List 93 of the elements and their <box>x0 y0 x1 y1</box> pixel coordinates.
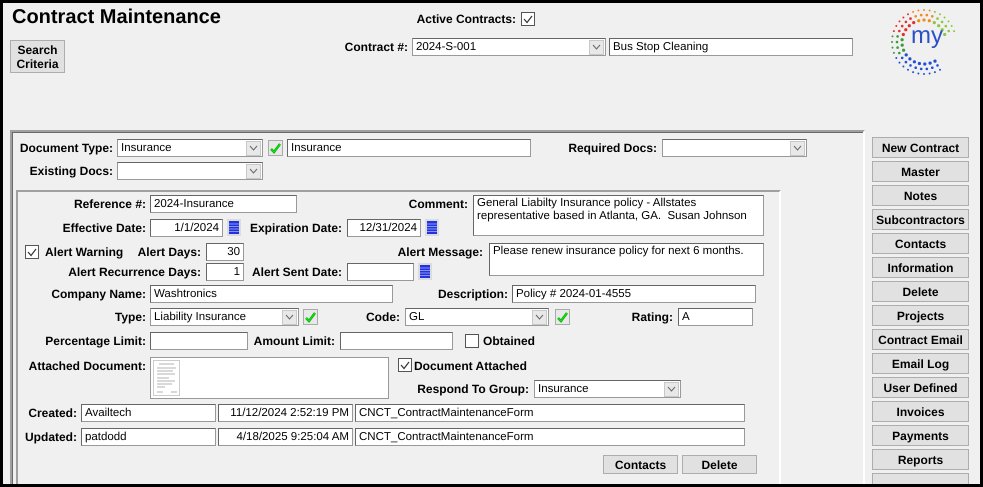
chevron-down-icon[interactable] <box>246 140 261 156</box>
field-label: Existing Docs: <box>30 163 113 180</box>
side-button[interactable]: Subcontractors <box>872 209 969 230</box>
field-label: Expiration Date: <box>250 220 342 237</box>
chevron-down-icon[interactable] <box>282 310 297 324</box>
side-button[interactable]: Email Log <box>872 353 969 374</box>
field-label: Alert Days: <box>138 244 201 261</box>
document-thumbnail-icon <box>153 360 180 396</box>
side-button[interactable]: Projects <box>872 305 969 326</box>
side-button[interactable]: Delete <box>872 281 969 302</box>
side-button[interactable]: Invoices <box>872 401 969 422</box>
field-label: Code: <box>366 309 400 326</box>
side-button[interactable]: New Contract <box>872 137 969 158</box>
text-field[interactable]: Insurance <box>287 139 531 157</box>
field-label: Amount Limit: <box>254 333 335 350</box>
text-field[interactable]: patdodd <box>81 428 216 446</box>
dropdown[interactable]: GL <box>405 308 549 326</box>
field-label: Effective Date: <box>62 220 146 237</box>
checkbox-label: Alert Warning <box>45 244 124 261</box>
dropdown[interactable] <box>662 139 807 157</box>
field-label: Created: <box>28 405 77 422</box>
text-field[interactable] <box>340 332 453 350</box>
text-field[interactable]: A <box>678 308 753 326</box>
text-area[interactable]: Please renew insurance policy for next 6 months. <box>489 243 764 276</box>
form-button[interactable]: Contacts <box>603 455 678 474</box>
side-button[interactable]: Reports <box>872 449 969 470</box>
window-title: Contract Maintenance <box>12 6 221 29</box>
text-field[interactable]: 12/31/2024 <box>347 219 421 237</box>
field-label: Required Docs: <box>568 140 657 157</box>
side-button[interactable]: Notes <box>872 185 969 206</box>
calendar-icon[interactable] <box>425 219 439 236</box>
text-field[interactable]: Policy # 2024-01-4555 <box>512 285 756 303</box>
field-label: Company Name: <box>51 286 146 303</box>
text-field[interactable]: CNCT_ContractMaintenanceForm <box>355 404 745 422</box>
checkbox-label: Obtained <box>483 333 536 350</box>
side-button[interactable]: User Defined <box>872 377 969 398</box>
dropdown[interactable]: Insurance <box>534 380 681 398</box>
chevron-down-icon[interactable] <box>532 310 547 324</box>
side-button[interactable]: Master <box>872 161 969 182</box>
chevron-down-icon[interactable] <box>664 382 679 396</box>
field-label: Document Type: <box>20 140 113 157</box>
checkbox[interactable] <box>465 334 479 348</box>
dropdown[interactable] <box>117 162 263 180</box>
chevron-down-icon[interactable] <box>246 164 261 178</box>
text-field[interactable]: 11/12/2024 2:52:19 PM <box>218 404 353 422</box>
checkbox-label: Document Attached <box>414 358 527 375</box>
side-button[interactable]: Contract Email <box>872 329 969 350</box>
field-label: Reference #: <box>74 196 146 213</box>
checkbox[interactable] <box>398 358 412 372</box>
checkbox[interactable] <box>25 245 39 259</box>
field-label: Alert Sent Date: <box>252 264 342 281</box>
text-field[interactable]: Availtech <box>81 404 216 422</box>
text-field[interactable]: CNCT_ContractMaintenanceForm <box>355 428 745 446</box>
text-area[interactable]: General Liabilty Insurance policy - Allstates representative based in Atlanta, GA. Susan Johnson <box>473 195 764 236</box>
field-label: Attached Document: <box>28 358 146 375</box>
text-field[interactable]: Bus Stop Cleaning <box>609 38 853 56</box>
field-label: Alert Recurrence Days: <box>68 264 201 281</box>
text-field[interactable] <box>150 332 248 350</box>
calendar-icon[interactable] <box>227 219 241 236</box>
text-field[interactable]: 4/18/2025 9:25:04 AM <box>218 428 353 446</box>
field-label: Description: <box>438 286 508 303</box>
text-field[interactable]: Washtronics <box>150 285 393 303</box>
side-button[interactable]: Information <box>872 257 969 278</box>
field-label: Alert Message: <box>398 244 483 261</box>
checkmark-icon <box>555 309 570 325</box>
field-label: Percentage Limit: <box>45 333 146 350</box>
dropdown[interactable]: Insurance <box>117 139 263 157</box>
search-criteria-button[interactable]: Search Criteria <box>10 40 65 73</box>
field-label: Updated: <box>25 429 77 446</box>
dropdown[interactable]: Liability Insurance <box>150 308 299 326</box>
text-field[interactable] <box>347 263 414 281</box>
field-label: Rating: <box>632 309 673 326</box>
chevron-down-icon[interactable] <box>790 140 805 156</box>
chevron-down-icon[interactable] <box>589 40 604 54</box>
field-label: Respond To Group: <box>417 381 529 398</box>
text-field[interactable]: 1 <box>206 263 244 281</box>
logo-text: my <box>911 22 943 50</box>
text-field[interactable]: 2024-Insurance <box>150 195 297 213</box>
side-button[interactable]: Payments <box>872 425 969 446</box>
checkmark-icon <box>268 140 283 156</box>
field-label: Active Contracts: <box>416 11 516 28</box>
attachment-box[interactable] <box>150 357 389 399</box>
text-field[interactable]: 30 <box>206 243 244 261</box>
field-label: Contract #: <box>344 39 408 56</box>
checkmark-icon <box>303 309 318 325</box>
form-button[interactable]: Delete <box>682 455 757 474</box>
field-label: Comment: <box>408 196 468 213</box>
side-button[interactable]: Contacts <box>872 233 969 254</box>
checkbox[interactable] <box>521 12 535 26</box>
dropdown[interactable]: 2024-S-001 <box>412 38 606 56</box>
field-label: Type: <box>114 309 146 326</box>
calendar-icon[interactable] <box>418 263 432 280</box>
text-field[interactable]: 1/1/2024 <box>150 219 223 237</box>
